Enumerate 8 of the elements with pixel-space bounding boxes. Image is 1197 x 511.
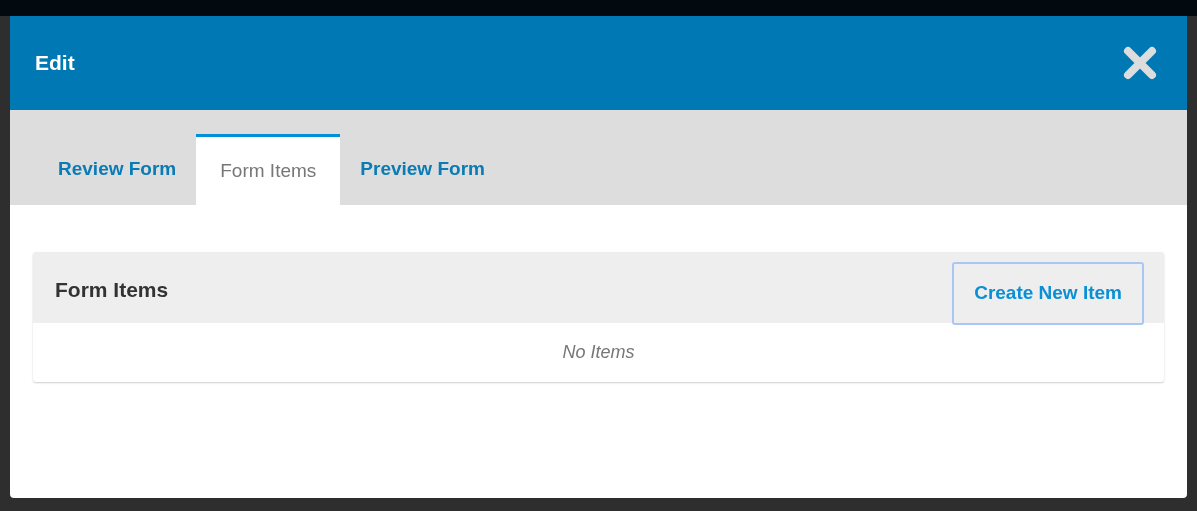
tab[interactable]: Review Form [38,134,197,205]
create-new-item-button[interactable]: Create New Item [952,262,1144,325]
modal-title: Edit [35,50,75,77]
close-icon[interactable] [1123,46,1157,80]
tab[interactable]: Preview Form [340,134,505,205]
panel-title: Form Items [55,277,169,303]
tab[interactable]: Form Items [196,134,341,205]
empty-message: No Items [562,341,635,364]
